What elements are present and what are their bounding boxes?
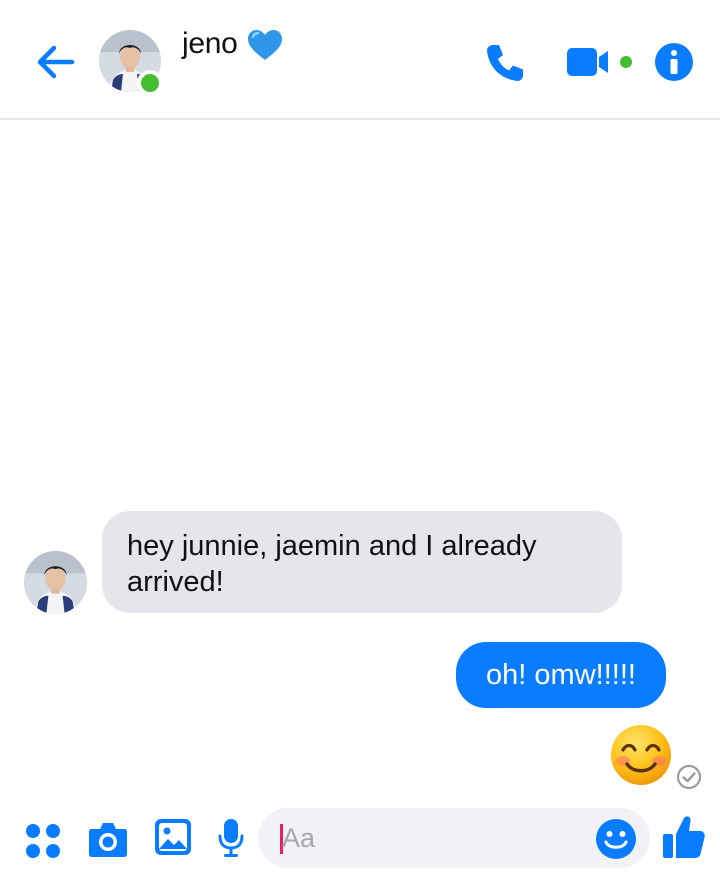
conversation-info-button[interactable]	[654, 42, 694, 82]
apps-button[interactable]	[24, 822, 62, 860]
conversation-header: jeno	[0, 0, 720, 120]
online-status-dot	[137, 70, 163, 96]
info-icon	[655, 43, 693, 81]
emoji-icon	[596, 819, 636, 859]
phone-icon	[487, 45, 523, 81]
thumbs-up-icon	[663, 816, 705, 858]
microphone-icon	[218, 819, 244, 857]
contact-name[interactable]: jeno	[182, 26, 284, 62]
smiling-face-emoji-icon	[611, 725, 671, 785]
blue-heart-icon	[247, 30, 282, 60]
video-call-button[interactable]	[565, 46, 637, 78]
send-like-button[interactable]	[662, 814, 706, 860]
back-arrow-icon	[37, 45, 75, 79]
contact-name-text: jeno	[182, 27, 238, 60]
message-sent-status	[676, 764, 702, 790]
apps-icon	[26, 824, 60, 858]
message-input[interactable]: Aa	[258, 808, 650, 868]
incoming-message-row: hey junnie, jaemin and I already arrived…	[24, 511, 624, 615]
sent-emoji-message[interactable]	[609, 723, 673, 787]
back-button[interactable]	[34, 42, 76, 82]
check-circle-icon	[676, 764, 702, 790]
emoji-picker-button[interactable]	[595, 818, 637, 860]
gallery-icon	[155, 819, 191, 855]
contact-avatar[interactable]	[99, 30, 163, 96]
voice-call-button[interactable]	[484, 42, 526, 84]
voice-message-button[interactable]	[218, 818, 244, 858]
video-camera-icon	[567, 48, 632, 76]
sender-avatar[interactable]	[24, 551, 87, 614]
camera-icon	[89, 823, 127, 857]
camera-button[interactable]	[88, 820, 128, 858]
incoming-message-bubble[interactable]: hey junnie, jaemin and I already arrived…	[102, 511, 622, 613]
message-composer: Aa	[0, 800, 720, 874]
outgoing-message-bubble[interactable]: oh! omw!!!!!	[456, 642, 666, 708]
gallery-button[interactable]	[154, 818, 192, 856]
message-input-placeholder: Aa	[282, 823, 316, 853]
